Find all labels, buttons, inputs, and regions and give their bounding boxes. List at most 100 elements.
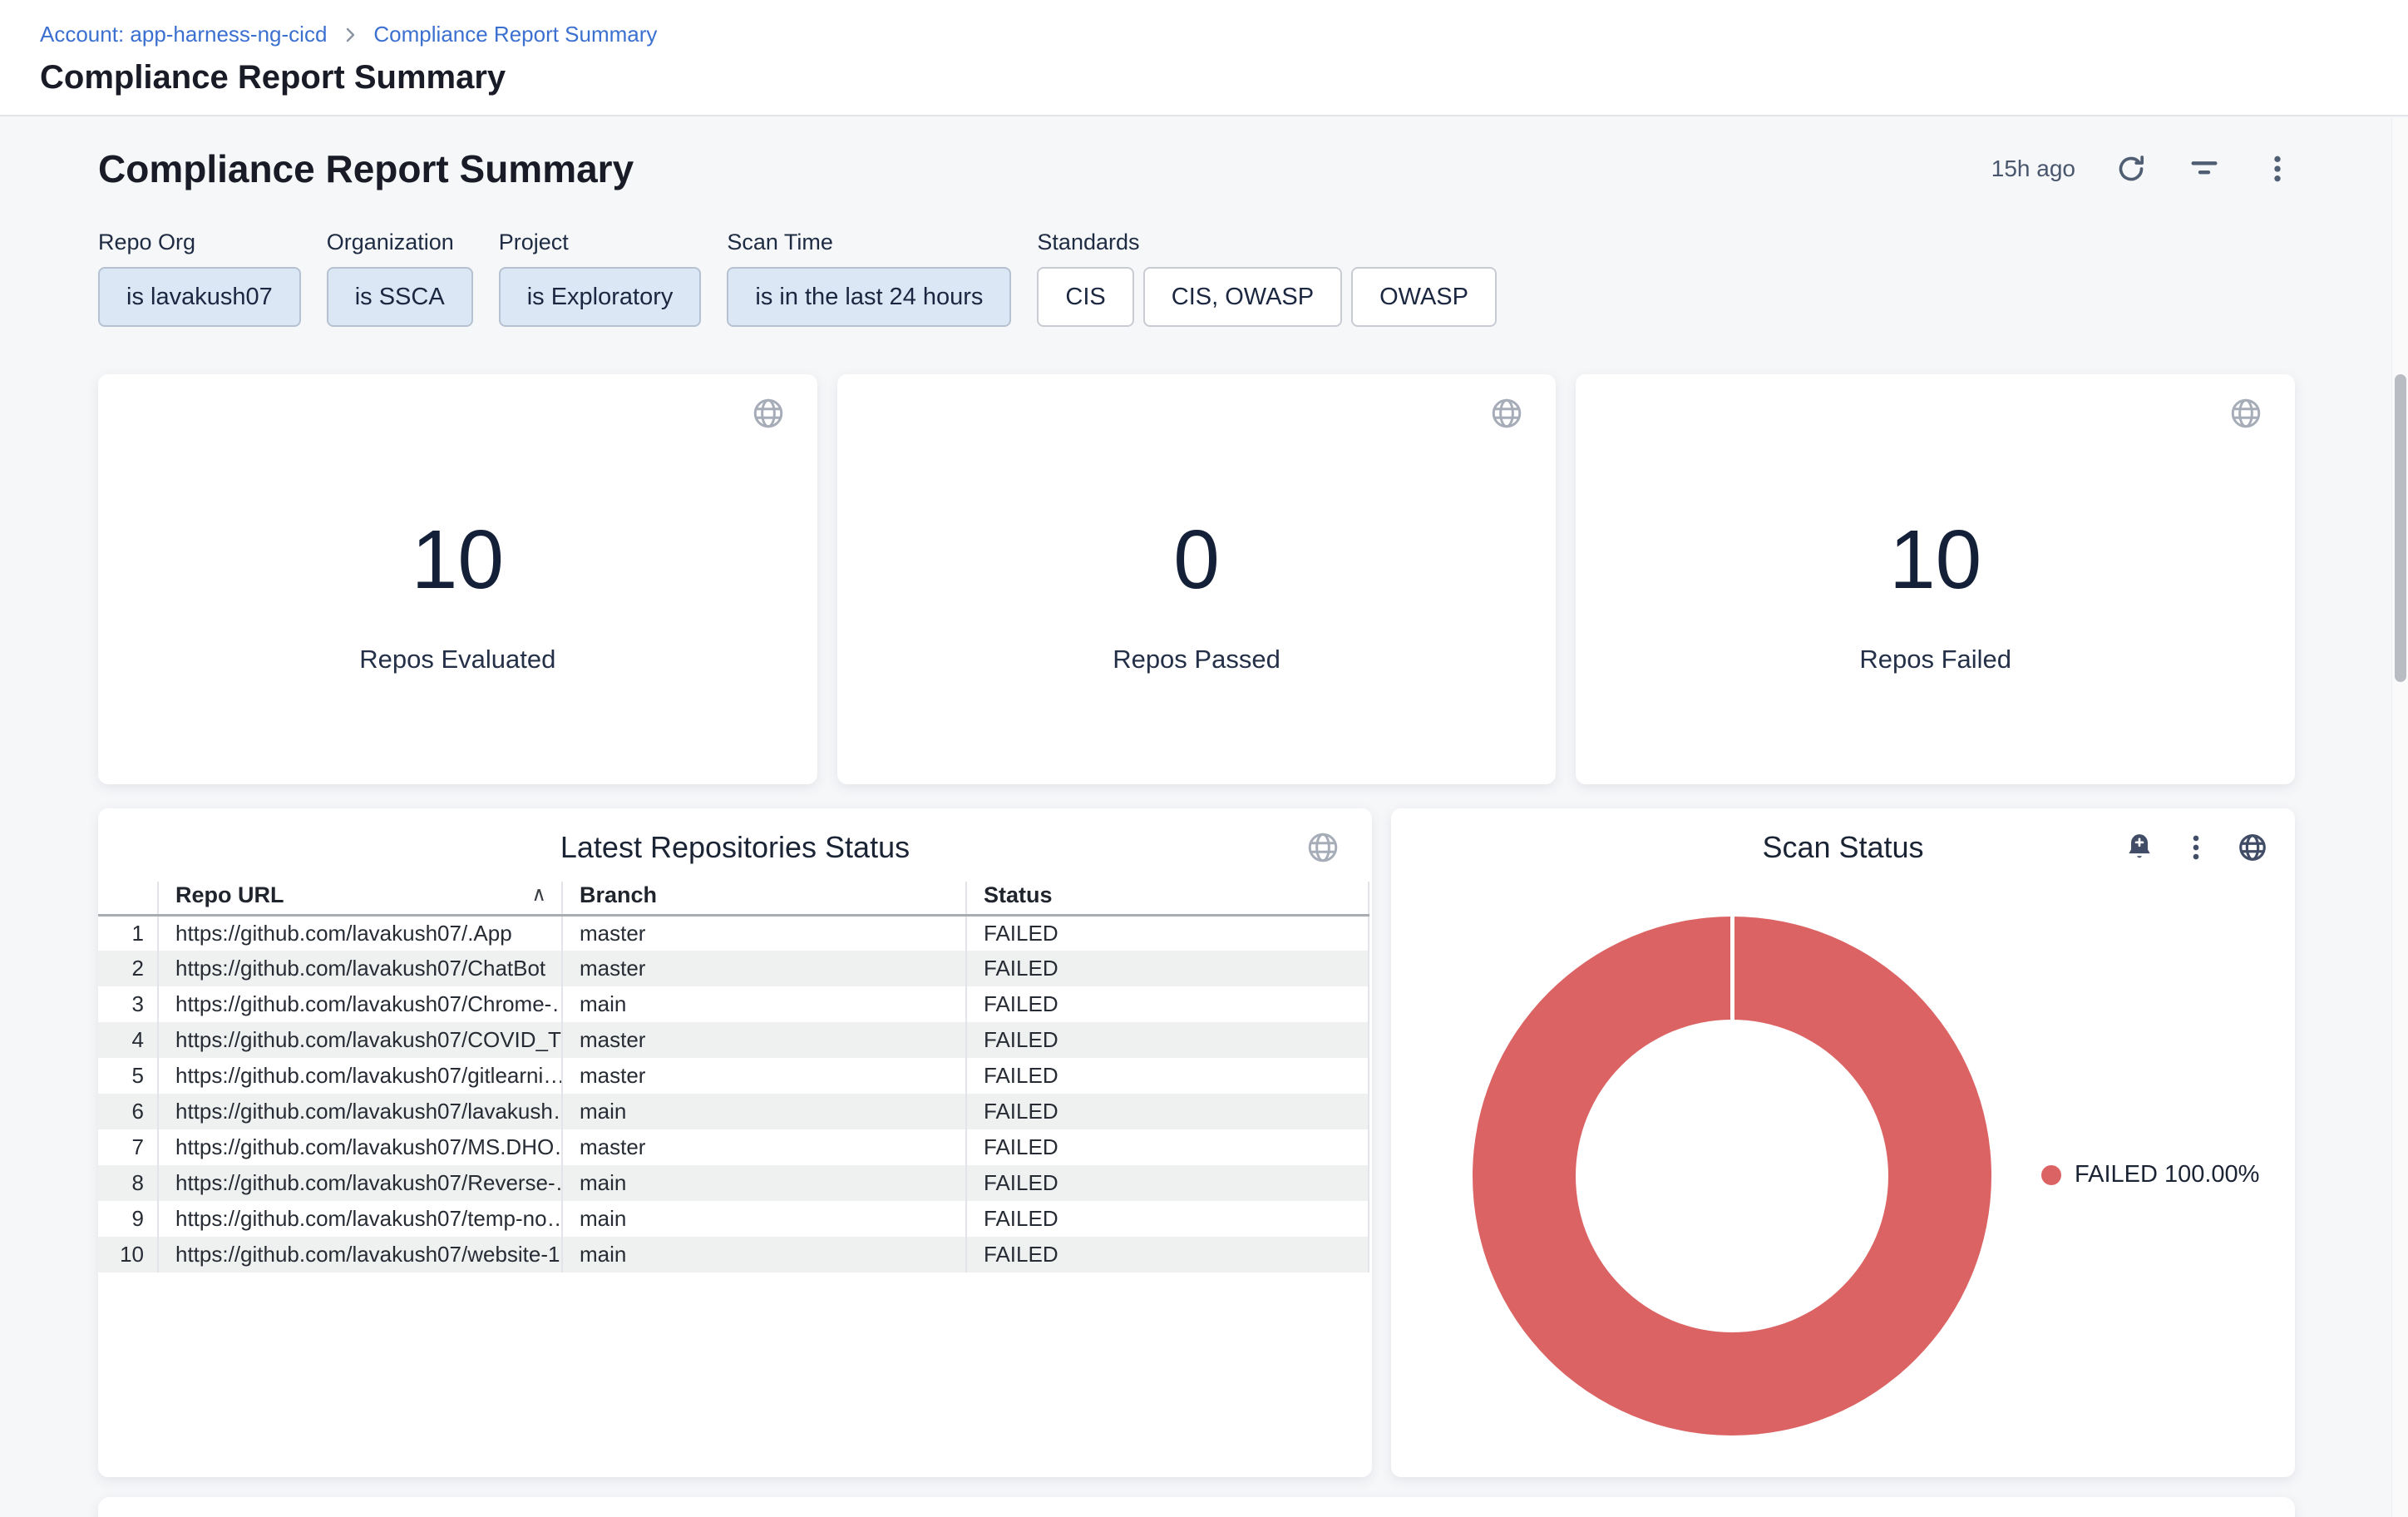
branch-cell: master bbox=[562, 1022, 966, 1058]
stat-value: 10 bbox=[1889, 518, 1981, 601]
scrollbar-thumb[interactable] bbox=[2395, 374, 2406, 682]
status-cell: FAILED bbox=[966, 951, 1369, 986]
breadcrumb-account-link[interactable]: Account: app-harness-ng-cicd bbox=[40, 22, 327, 47]
row-index-cell: 2 bbox=[98, 951, 158, 986]
dashboard-header: Compliance Report Summary 15h ago bbox=[98, 146, 2295, 191]
sort-asc-icon: ∧ bbox=[531, 882, 546, 907]
table-row: 9https://github.com/lavakush07/temp-no…m… bbox=[98, 1201, 1369, 1237]
repo-table-body: 1https://github.com/lavakush07/.Appmaste… bbox=[98, 915, 1369, 1272]
dashboard-actions: 15h ago bbox=[1991, 151, 2295, 186]
column-header-repo-url[interactable]: Repo URL∧ bbox=[158, 882, 562, 915]
filter-group: Project is Exploratory bbox=[499, 230, 702, 327]
globe-icon bbox=[2235, 830, 2270, 865]
row-index-cell: 8 bbox=[98, 1165, 158, 1201]
status-cell: FAILED bbox=[966, 1094, 1369, 1129]
branch-cell: main bbox=[562, 1094, 966, 1129]
donut-hole bbox=[1576, 1020, 1888, 1332]
column-header-branch[interactable]: Branch bbox=[562, 882, 966, 915]
table-row: 1https://github.com/lavakush07/.Appmaste… bbox=[98, 915, 1369, 951]
stat-value: 0 bbox=[1173, 518, 1220, 601]
dashboard-content: Compliance Report Summary 15h ago Repo O… bbox=[0, 116, 2408, 1517]
status-cell: FAILED bbox=[966, 1237, 1369, 1272]
breadcrumb: Account: app-harness-ng-cicd Compliance … bbox=[40, 22, 2408, 47]
latest-repositories-panel: Latest Repositories Status Repo URL∧ Bra… bbox=[98, 808, 1372, 1477]
refresh-icon[interactable] bbox=[2114, 151, 2149, 186]
scan-status-panel: Scan Status bbox=[1391, 808, 2295, 1477]
dashboard-title: Compliance Report Summary bbox=[98, 146, 634, 191]
branch-cell: main bbox=[562, 986, 966, 1022]
stat-label: Repos Failed bbox=[1859, 645, 2011, 674]
branch-cell: master bbox=[562, 951, 966, 986]
table-row: 3https://github.com/lavakush07/Chrome-…m… bbox=[98, 986, 1369, 1022]
filter-group: Scan Time is in the last 24 hours bbox=[727, 230, 1011, 327]
branch-cell: master bbox=[562, 915, 966, 951]
chevron-right-icon bbox=[340, 25, 360, 45]
globe-icon bbox=[751, 396, 786, 435]
table-row: 6https://github.com/lavakush07/lavakush…… bbox=[98, 1094, 1369, 1129]
repo-table: Repo URL∧ Branch Status 1https://github.… bbox=[98, 882, 1369, 1272]
filter-label: Repo Org bbox=[98, 230, 301, 255]
next-panel-top-edge bbox=[98, 1497, 2295, 1517]
repo-url-cell: https://github.com/lavakush07/website-1 bbox=[158, 1237, 562, 1272]
stat-label: Repos Evaluated bbox=[359, 645, 555, 674]
row-index-cell: 9 bbox=[98, 1201, 158, 1237]
filter-label: Project bbox=[499, 230, 702, 255]
filter-group: Repo Org is lavakush07 bbox=[98, 230, 301, 327]
repo-url-cell: https://github.com/lavakush07/temp-no… bbox=[158, 1201, 562, 1237]
kebab-menu-icon[interactable] bbox=[2260, 151, 2295, 186]
branch-cell: master bbox=[562, 1058, 966, 1094]
row-index-cell: 10 bbox=[98, 1237, 158, 1272]
panels-row: Latest Repositories Status Repo URL∧ Bra… bbox=[98, 808, 2295, 1477]
status-cell: FAILED bbox=[966, 1201, 1369, 1237]
table-header-row: Repo URL∧ Branch Status bbox=[98, 882, 1369, 915]
repo-url-cell: https://github.com/lavakush07/gitlearni… bbox=[158, 1058, 562, 1094]
breadcrumb-page-link[interactable]: Compliance Report Summary bbox=[373, 22, 657, 47]
status-cell: FAILED bbox=[966, 915, 1369, 951]
status-cell: FAILED bbox=[966, 986, 1369, 1022]
top-header-bar: Account: app-harness-ng-cicd Compliance … bbox=[0, 0, 2408, 116]
status-cell: FAILED bbox=[966, 1022, 1369, 1058]
stat-card: 10 Repos Failed bbox=[1576, 374, 2295, 784]
legend-label-failed: FAILED 100.00% bbox=[2075, 1161, 2259, 1188]
filter-bar: Repo Org is lavakush07 Organization is SSCA… bbox=[98, 230, 2295, 327]
repo-url-cell: https://github.com/lavakush07/MS.DHO… bbox=[158, 1129, 562, 1165]
table-row: 2https://github.com/lavakush07/ChatBotma… bbox=[98, 951, 1369, 986]
row-index-cell: 7 bbox=[98, 1129, 158, 1165]
table-row: 4https://github.com/lavakush07/COVID_T…m… bbox=[98, 1022, 1369, 1058]
row-index-cell: 6 bbox=[98, 1094, 158, 1129]
status-cell: FAILED bbox=[966, 1165, 1369, 1201]
row-index-cell: 4 bbox=[98, 1022, 158, 1058]
repo-url-cell: https://github.com/lavakush07/Reverse-… bbox=[158, 1165, 562, 1201]
filter-label: Scan Time bbox=[727, 230, 1011, 255]
scan-donut-ring[interactable] bbox=[1473, 917, 1991, 1435]
kebab-menu-icon[interactable] bbox=[2179, 830, 2213, 865]
column-header-status[interactable]: Status bbox=[966, 882, 1369, 915]
page-title: Compliance Report Summary bbox=[40, 59, 2408, 96]
scan-panel-actions bbox=[2122, 830, 2270, 865]
row-index-cell: 1 bbox=[98, 915, 158, 951]
repo-url-cell: https://github.com/lavakush07/.App bbox=[158, 915, 562, 951]
repo-url-cell: https://github.com/lavakush07/Chrome-… bbox=[158, 986, 562, 1022]
filter-chip[interactable]: is SSCA bbox=[327, 267, 473, 327]
repo-table-title: Latest Repositories Status bbox=[98, 830, 1372, 865]
filter-chip[interactable]: is in the last 24 hours bbox=[727, 267, 1011, 327]
filter-chip[interactable]: CIS bbox=[1037, 267, 1133, 327]
branch-cell: main bbox=[562, 1165, 966, 1201]
filter-chip[interactable]: CIS, OWASP bbox=[1143, 267, 1342, 327]
filter-group: StandardsCISCIS, OWASPOWASP bbox=[1037, 230, 1497, 327]
filter-chip[interactable]: OWASP bbox=[1351, 267, 1497, 327]
table-row: 5https://github.com/lavakush07/gitlearni… bbox=[98, 1058, 1369, 1094]
last-refreshed-label: 15h ago bbox=[1991, 156, 2075, 182]
filter-label: Organization bbox=[327, 230, 473, 255]
status-cell: FAILED bbox=[966, 1129, 1369, 1165]
legend-swatch-failed bbox=[2041, 1165, 2061, 1185]
bell-plus-icon[interactable] bbox=[2122, 830, 2157, 865]
filter-chip[interactable]: is Exploratory bbox=[499, 267, 702, 327]
branch-cell: main bbox=[562, 1237, 966, 1272]
filter-icon[interactable] bbox=[2187, 151, 2222, 186]
donut-segment-divider bbox=[1730, 917, 1734, 1020]
scrollbar-track[interactable] bbox=[2391, 118, 2408, 1517]
table-row: 8https://github.com/lavakush07/Reverse-…… bbox=[98, 1165, 1369, 1201]
branch-cell: master bbox=[562, 1129, 966, 1165]
filter-chip[interactable]: is lavakush07 bbox=[98, 267, 301, 327]
